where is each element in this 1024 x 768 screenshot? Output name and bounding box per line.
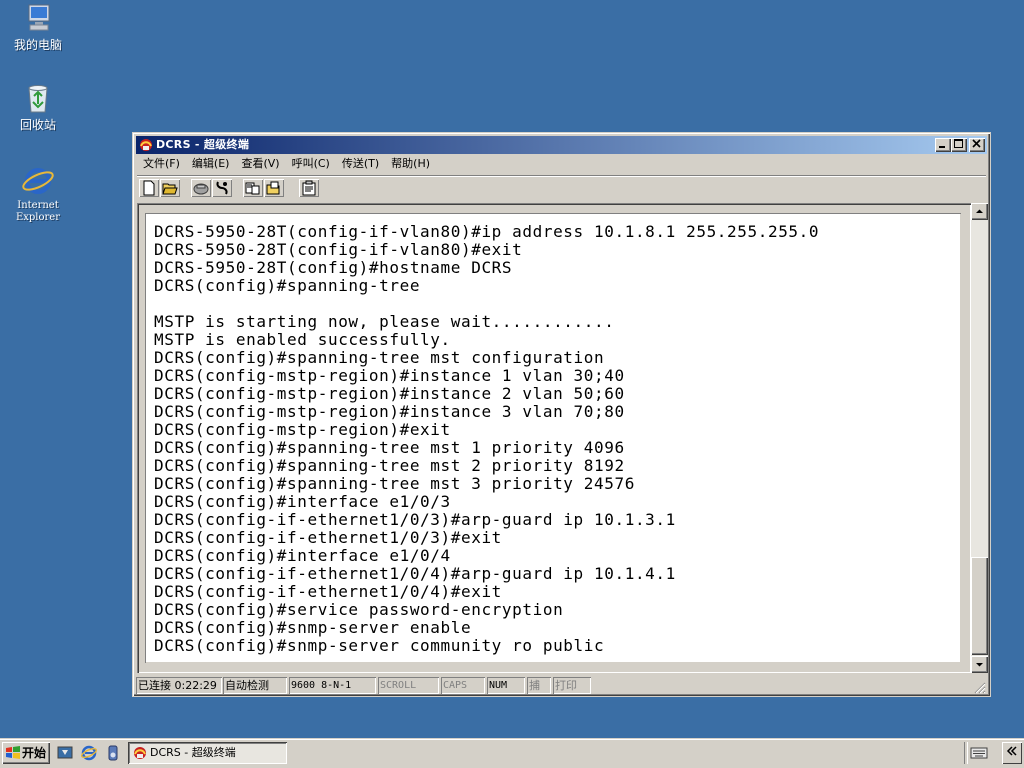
open-icon	[162, 183, 178, 195]
close-icon	[972, 139, 981, 148]
desktop-icon-label: Internet Explorer	[15, 200, 61, 223]
status-scroll: SCROLL	[378, 677, 439, 694]
terminal-line: MSTP is enabled successfully.	[154, 330, 451, 349]
chevron-left-icon	[1006, 746, 1017, 756]
terminal-frame: DCRS-5950-28T(config-if-vlan80)#ip addre…	[137, 203, 971, 673]
scroll-down-button[interactable]	[971, 656, 988, 673]
terminal-line: DCRS(config-if-ethernet1/0/3)#arp-guard …	[154, 510, 676, 529]
desktop-icon-my-computer[interactable]: 我的电脑	[0, 2, 76, 52]
desktop-icon-internet-explorer[interactable]: Internet Explorer	[0, 164, 76, 224]
desktop-icon-recycle-bin[interactable]: 回收站	[0, 82, 76, 132]
start-button[interactable]: 开始	[2, 742, 50, 764]
open-button[interactable]	[160, 179, 180, 197]
media-player-icon[interactable]	[104, 744, 122, 762]
my-computer-icon	[28, 4, 50, 31]
menu-edit[interactable]: 编辑(E)	[186, 155, 236, 173]
show-desktop-icon[interactable]	[56, 744, 74, 762]
internet-explorer-icon	[22, 168, 54, 194]
arrow-down-icon	[976, 663, 983, 667]
menu-transfer[interactable]: 传送(T)	[336, 155, 385, 173]
hyperterminal-task-icon	[134, 747, 146, 759]
terminal-line: DCRS(config-mstp-region)#instance 2 vlan…	[154, 384, 625, 403]
arrow-up-icon	[976, 209, 983, 213]
status-bar: 已连接 0:22:29 自动检测 9600 8-N-1 SCROLL CAPS …	[136, 676, 987, 695]
menu-file[interactable]: 文件(F)	[137, 155, 186, 173]
ie-quicklaunch-icon[interactable]	[80, 744, 98, 762]
hyperterminal-window: DCRS - 超级终端 文件(F) 编辑(E) 查看(V) 呼叫(C) 传送(T…	[132, 132, 991, 697]
window-titlebar[interactable]: DCRS - 超级终端	[136, 136, 987, 154]
terminal-line: DCRS(config)#spanning-tree mst 3 priorit…	[154, 474, 635, 493]
taskbar: 开始 DCRS - 超级终端	[0, 738, 1024, 768]
terminal-screen[interactable]: DCRS-5950-28T(config-if-vlan80)#ip addre…	[145, 213, 961, 663]
recycle-bin-icon	[28, 85, 48, 113]
menu-call[interactable]: 呼叫(C)	[286, 155, 336, 173]
menu-help[interactable]: 帮助(H)	[385, 155, 436, 173]
disconnect-button[interactable]	[212, 179, 232, 197]
disconnect-icon	[216, 181, 228, 195]
terminal-line: DCRS(config-if-ethernet1/0/4)#arp-guard …	[154, 564, 676, 583]
status-print: 打印	[553, 677, 591, 694]
task-label: DCRS - 超级终端	[150, 746, 236, 759]
new-connection-button[interactable]	[139, 179, 159, 197]
maximize-icon	[954, 139, 963, 148]
desktop-icon-label: 回收站	[19, 118, 56, 132]
terminal-line: DCRS(config-if-ethernet1/0/4)#exit	[154, 582, 502, 601]
send-button[interactable]	[243, 179, 263, 197]
taskbar-button-hyperterminal[interactable]: DCRS - 超级终端	[128, 742, 287, 764]
terminal-line: DCRS-5950-28T(config-if-vlan80)#exit	[154, 240, 523, 259]
terminal-line: DCRS-5950-28T(config)#hostname DCRS	[154, 258, 513, 277]
connect-button[interactable]	[191, 179, 211, 197]
terminal-output: DCRS-5950-28T(config-if-vlan80)#ip addre…	[154, 223, 819, 655]
desktop-icon-label: 我的电脑	[13, 38, 62, 52]
minimize-icon	[939, 146, 945, 148]
terminal-line: MSTP is starting now, please wait.......…	[154, 312, 615, 331]
vertical-scrollbar[interactable]	[971, 203, 988, 673]
close-button[interactable]	[969, 138, 985, 152]
properties-button[interactable]	[299, 179, 319, 197]
maximize-button[interactable]	[951, 138, 967, 152]
status-detect: 自动检测	[223, 677, 287, 694]
status-caps: CAPS	[441, 677, 485, 694]
minimize-button[interactable]	[935, 138, 951, 152]
terminal-line: DCRS(config-mstp-region)#exit	[154, 420, 451, 439]
status-num: NUM	[487, 677, 525, 694]
terminal-line: DCRS(config-mstp-region)#instance 1 vlan…	[154, 366, 625, 385]
start-label: 开始	[22, 746, 47, 760]
terminal-line: DCRS(config)#interface e1/0/3	[154, 492, 451, 511]
receive-button[interactable]	[264, 179, 284, 197]
status-capture: 捕	[527, 677, 551, 694]
scroll-thumb[interactable]	[971, 557, 988, 655]
windows-logo-icon	[6, 746, 20, 759]
receive-icon	[266, 181, 280, 195]
terminal-line: DCRS(config)#spanning-tree mst configura…	[154, 348, 605, 367]
menu-bar: 文件(F) 编辑(E) 查看(V) 呼叫(C) 传送(T) 帮助(H)	[137, 155, 986, 173]
new-icon	[143, 180, 155, 196]
scroll-up-button[interactable]	[971, 203, 988, 220]
toolbar	[137, 175, 986, 200]
send-icon	[245, 182, 260, 195]
menu-view[interactable]: 查看(V)	[235, 155, 285, 173]
terminal-line: DCRS(config)#service password-encryption	[154, 600, 564, 619]
terminal-line: DCRS(config)#spanning-tree	[154, 276, 421, 295]
status-connected: 已连接 0:22:29	[136, 677, 222, 694]
keyboard-icon[interactable]	[970, 746, 988, 760]
terminal-line: DCRS(config)#interface e1/0/4	[154, 546, 451, 565]
terminal-line: DCRS(config)#snmp-server enable	[154, 618, 472, 637]
terminal-line: DCRS(config-mstp-region)#instance 3 vlan…	[154, 402, 625, 421]
hyperterminal-app-icon	[140, 139, 152, 151]
connect-icon	[193, 183, 209, 195]
terminal-line: DCRS(config-if-ethernet1/0/3)#exit	[154, 528, 502, 547]
window-title: DCRS - 超级终端	[156, 138, 250, 151]
terminal-line: DCRS-5950-28T(config-if-vlan80)#ip addre…	[154, 222, 820, 241]
tray-separator	[964, 742, 968, 764]
tray-expand-button[interactable]	[1002, 742, 1022, 764]
terminal-line: DCRS(config)#snmp-server community ro pu…	[154, 636, 605, 655]
terminal-line: DCRS(config)#spanning-tree mst 2 priorit…	[154, 456, 625, 475]
resize-grip-icon[interactable]	[974, 682, 986, 694]
properties-icon	[302, 180, 316, 196]
terminal-line: DCRS(config)#spanning-tree mst 1 priorit…	[154, 438, 625, 457]
status-settings: 9600 8-N-1	[289, 677, 376, 694]
